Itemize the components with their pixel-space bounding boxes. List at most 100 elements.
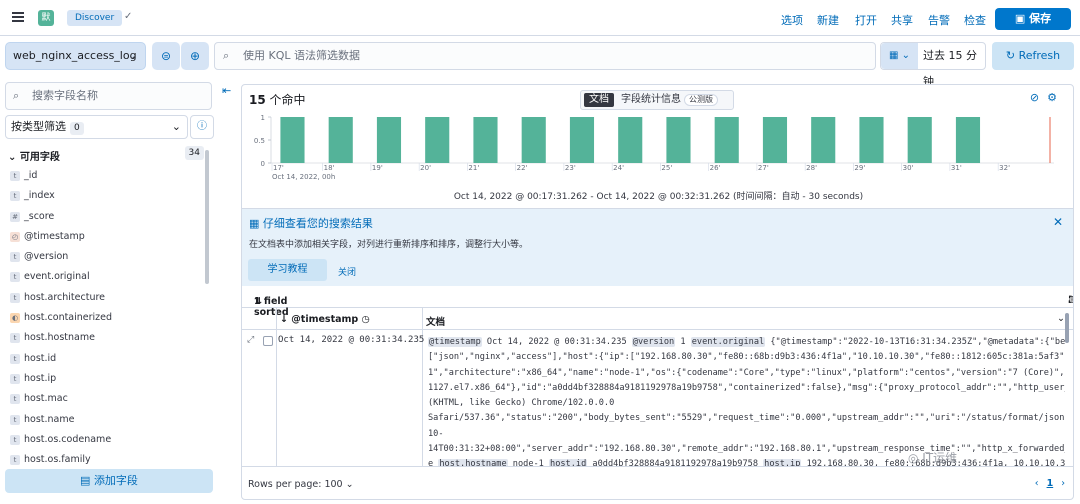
- histogram-bar[interactable]: [955, 117, 981, 163]
- add-field-button[interactable]: ▤ 添加字段: [5, 469, 213, 493]
- histogram-bar[interactable]: [811, 117, 836, 163]
- chevron-down-icon[interactable]: ✓: [124, 11, 132, 22]
- available-fields-header[interactable]: ⌄ 可用字段 34: [8, 146, 204, 163]
- histogram-bar[interactable]: [473, 117, 498, 163]
- sidebar-field-item[interactable]: ◴ @timestamp: [0, 227, 204, 247]
- saved-query-button[interactable]: ⊜: [152, 42, 180, 70]
- sidebar-field-item[interactable]: t host.id: [0, 349, 204, 369]
- tab-documents[interactable]: 文档: [584, 93, 614, 107]
- sidebar-field-item[interactable]: t host.os.codename: [0, 430, 204, 450]
- field-name: @version: [24, 251, 69, 263]
- wechat-logo-icon: ◎: [908, 451, 923, 465]
- discover-main-panel: 15 个命中 文档 字段统计信息 公测版 ⊘⚙ 1 0.5 0 17' 18' 19' 20…: [241, 84, 1074, 500]
- table-row[interactable]: ⤢ Oct 14, 2022 @ 00:31:34.235 @timestamp…: [242, 330, 1065, 466]
- search-icon: ⌕: [13, 89, 20, 102]
- sidebar-field-item[interactable]: t host.hostname: [0, 328, 204, 348]
- histogram-bar[interactable]: [376, 117, 402, 163]
- y-tick-label: 0.5: [254, 137, 265, 145]
- column-document[interactable]: 文档: [426, 314, 445, 328]
- breadcrumb-discover[interactable]: Discover: [67, 10, 123, 26]
- histogram-bar[interactable]: [328, 117, 353, 163]
- sidebar-field-item[interactable]: t host.ip: [0, 369, 204, 389]
- learn-tutorial-button[interactable]: 学习教程: [248, 259, 327, 281]
- histogram-chart[interactable]: 1 0.5 0 17' 18' 19' 20' 21' 22' 23' 24' 25' 26' 27' 28…: [252, 113, 1062, 183]
- view-tabs: 文档 字段统计信息 公测版: [580, 90, 734, 110]
- collapse-sidebar-icon[interactable]: ⇤: [222, 84, 231, 97]
- sidebar-scrollbar[interactable]: [205, 150, 209, 284]
- filter-type-label: 按类型筛选: [11, 120, 66, 133]
- x-tick-label: 29': [854, 164, 865, 172]
- field-list: t _id t _index # _score ◴ @timestamp t @version t e…: [0, 166, 204, 470]
- sidebar-field-item[interactable]: t host.architecture: [0, 288, 204, 308]
- close-callout-link[interactable]: 关闭: [338, 265, 356, 278]
- page-number[interactable]: 1: [1047, 478, 1054, 489]
- sidebar-field-item[interactable]: t event.original: [0, 267, 204, 287]
- histogram-bar[interactable]: [907, 117, 932, 163]
- histogram-bar[interactable]: [762, 117, 788, 163]
- filter-by-type-button[interactable]: 按类型筛选 0 ⌄: [5, 115, 188, 139]
- next-page-icon[interactable]: ›: [1061, 478, 1065, 489]
- nav-share[interactable]: 共享: [891, 12, 913, 28]
- sidebar-field-item[interactable]: t host.name: [0, 410, 204, 430]
- nav-inspect[interactable]: 检查: [964, 12, 986, 28]
- histogram-bar[interactable]: [569, 117, 595, 163]
- search-placeholder: 使用 KQL 语法筛选数据: [243, 49, 360, 62]
- index-pattern-selector[interactable]: web_nginx_access_log ⌄: [5, 42, 146, 70]
- x-tick-label: 18': [324, 164, 335, 172]
- table-header: ↓ @timestamp ◷ 文档 ⌄: [242, 308, 1073, 330]
- row-checkbox[interactable]: [263, 336, 273, 346]
- chevron-down-icon: ⌄: [342, 479, 354, 490]
- sidebar-field-item[interactable]: t host.mac: [0, 389, 204, 409]
- field-search-placeholder: 搜索字段名称: [32, 89, 98, 102]
- histogram-bar[interactable]: [521, 117, 546, 163]
- save-button[interactable]: ▣ 保存: [995, 8, 1071, 30]
- close-icon[interactable]: ✕: [1053, 215, 1063, 229]
- nav-new[interactable]: 新建: [817, 12, 839, 28]
- histogram-bar[interactable]: [859, 117, 884, 163]
- prev-page-icon[interactable]: ‹: [1035, 478, 1039, 489]
- calendar-icon[interactable]: ▦ ⌄: [881, 43, 918, 69]
- refresh-button[interactable]: ↻ Refresh: [992, 42, 1074, 70]
- nav-alerts[interactable]: 告警: [928, 12, 950, 28]
- histogram-bar[interactable]: [618, 117, 643, 163]
- x-tick-label: 31': [951, 164, 962, 172]
- field-key: @timestamp: [428, 337, 482, 347]
- space-avatar[interactable]: 默: [38, 10, 54, 26]
- x-tick-label: 23': [565, 164, 576, 172]
- column-timestamp[interactable]: ↓ @timestamp ◷: [280, 314, 370, 325]
- query-bar: web_nginx_access_log ⌄ ⊜ ⊕ ⌕ 使用 KQL 语法筛选数据…: [0, 36, 1080, 88]
- histogram-bar[interactable]: [666, 117, 691, 163]
- sidebar-field-item[interactable]: # _score: [0, 207, 204, 227]
- chevron-down-icon[interactable]: ⌄: [1057, 313, 1065, 324]
- field-search-input[interactable]: ⌕ 搜索字段名称: [5, 82, 212, 110]
- info-icon[interactable]: ⓘ: [190, 115, 214, 139]
- field-value: {"@timestamp":"2022-10-13T16:31:34.235Z"…: [765, 337, 1065, 347]
- histogram-bar[interactable]: [280, 117, 305, 163]
- table-scrollbar[interactable]: [1065, 313, 1069, 343]
- kql-search-input[interactable]: ⌕ 使用 KQL 语法筛选数据: [214, 42, 876, 70]
- fullscreen-icon[interactable]: ⛶: [1069, 295, 1073, 306]
- gear-icon[interactable]: ⚙: [1047, 91, 1065, 104]
- tab-field-stats[interactable]: 字段统计信息: [621, 91, 681, 109]
- field-name: event.original: [24, 271, 90, 283]
- sidebar-field-item[interactable]: t host.os.family: [0, 450, 204, 470]
- nav-open[interactable]: 打开: [855, 12, 877, 28]
- available-fields-count: 34: [184, 146, 204, 160]
- y-tick-label: 0: [261, 160, 265, 168]
- add-filter-button[interactable]: ⊕: [181, 42, 209, 70]
- menu-icon[interactable]: [12, 12, 24, 22]
- field-value: Oct 14, 2022 @ 00:31:34.235: [481, 337, 632, 347]
- time-picker[interactable]: ▦ ⌄ 过去 15 分钟: [880, 42, 986, 88]
- sidebar-field-item[interactable]: ◐ host.containerized: [0, 308, 204, 328]
- inspect-icon[interactable]: ⊘: [1030, 91, 1047, 104]
- sidebar-field-item[interactable]: t _index: [0, 186, 204, 206]
- nav-options[interactable]: 选项: [781, 12, 803, 28]
- histogram-bar[interactable]: [714, 117, 739, 163]
- histogram-bar[interactable]: [425, 117, 450, 163]
- chevron-down-icon: ⌄: [127, 49, 137, 62]
- expand-row-icon[interactable]: ⤢: [247, 335, 254, 345]
- rows-per-page-selector[interactable]: Rows per page: 100 ⌄: [248, 479, 354, 490]
- field-type-icon: t: [10, 272, 20, 283]
- sidebar-field-item[interactable]: t @version: [0, 247, 204, 267]
- sidebar-field-item[interactable]: t _id: [0, 166, 204, 186]
